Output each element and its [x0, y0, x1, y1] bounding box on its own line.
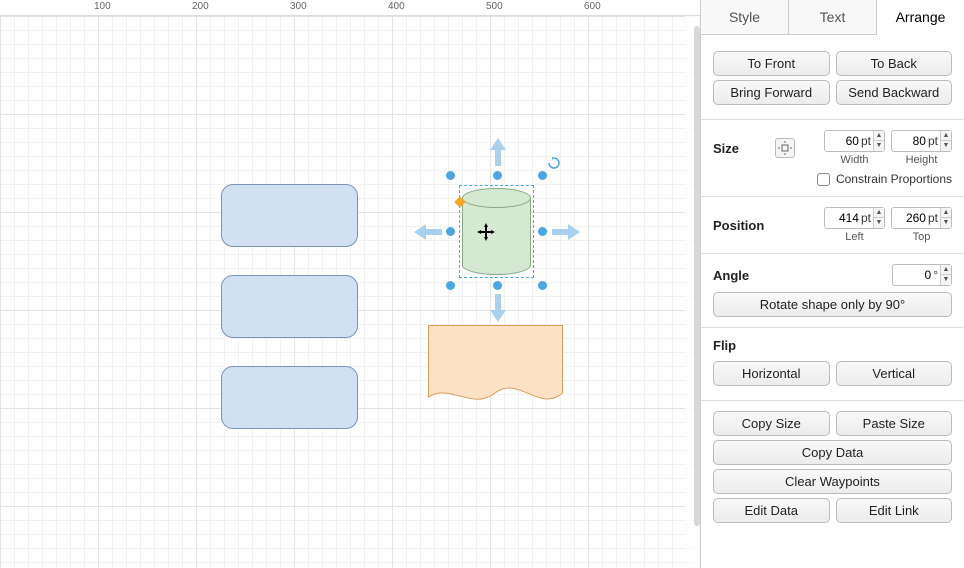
- rounded-rect-shape[interactable]: [221, 366, 358, 429]
- ruler-tick: 400: [388, 1, 405, 12]
- rotate-90-button[interactable]: Rotate shape only by 90°: [713, 292, 952, 317]
- resize-handle-ne[interactable]: [538, 171, 547, 180]
- resize-handle-sw[interactable]: [446, 281, 455, 290]
- resize-handle-n[interactable]: [493, 171, 502, 180]
- tab-text[interactable]: Text: [789, 0, 877, 34]
- ruler-tick: 600: [584, 1, 601, 12]
- ruler-tick: 200: [192, 1, 209, 12]
- bring-forward-button[interactable]: Bring Forward: [713, 80, 830, 105]
- width-sublabel: Width: [840, 154, 868, 166]
- rounded-rect-shape[interactable]: [221, 184, 358, 247]
- stepper-up[interactable]: ▲: [874, 208, 884, 218]
- rounded-rect-shape[interactable]: [221, 275, 358, 338]
- selection-outline: [459, 185, 534, 278]
- height-input[interactable]: pt ▲▼: [891, 130, 952, 152]
- tab-arrange[interactable]: Arrange: [877, 0, 964, 35]
- sidebar-tabs: Style Text Arrange: [701, 0, 964, 35]
- ruler-tick: 500: [486, 1, 503, 12]
- ruler-tick: 100: [94, 1, 111, 12]
- format-sidebar: Style Text Arrange To Front To Back Brin…: [700, 0, 964, 568]
- edit-data-button[interactable]: Edit Data: [713, 498, 830, 523]
- resize-handle-s[interactable]: [493, 281, 502, 290]
- ruler-tick: 300: [290, 1, 307, 12]
- left-input[interactable]: pt ▲▼: [824, 207, 885, 229]
- direction-arrow-down[interactable]: [488, 294, 508, 322]
- edit-link-button[interactable]: Edit Link: [836, 498, 953, 523]
- autosize-icon[interactable]: [775, 138, 795, 158]
- position-label: Position: [713, 218, 773, 233]
- resize-handle-e[interactable]: [538, 227, 547, 236]
- direction-arrow-up[interactable]: [488, 138, 508, 166]
- stepper-down[interactable]: ▼: [941, 275, 951, 285]
- resize-handle-nw[interactable]: [446, 171, 455, 180]
- flip-vertical-button[interactable]: Vertical: [836, 361, 953, 386]
- constrain-label: Constrain Proportions: [836, 172, 952, 186]
- left-sublabel: Left: [845, 231, 863, 243]
- constrain-checkbox[interactable]: [817, 173, 830, 186]
- resize-handle-w[interactable]: [446, 227, 455, 236]
- size-label: Size: [713, 141, 769, 156]
- stepper-down[interactable]: ▼: [874, 141, 884, 151]
- document-shape[interactable]: [428, 325, 563, 410]
- height-sublabel: Height: [906, 154, 938, 166]
- top-sublabel: Top: [913, 231, 931, 243]
- tab-style[interactable]: Style: [701, 0, 789, 34]
- paste-size-button[interactable]: Paste Size: [836, 411, 953, 436]
- stepper-up[interactable]: ▲: [941, 131, 951, 141]
- stepper-up[interactable]: ▲: [941, 265, 951, 275]
- stepper-down[interactable]: ▼: [941, 218, 951, 228]
- to-back-button[interactable]: To Back: [836, 51, 953, 76]
- top-input[interactable]: pt ▲▼: [891, 207, 952, 229]
- stepper-up[interactable]: ▲: [874, 131, 884, 141]
- stepper-down[interactable]: ▼: [941, 141, 951, 151]
- stepper-up[interactable]: ▲: [941, 208, 951, 218]
- clear-waypoints-button[interactable]: Clear Waypoints: [713, 469, 952, 494]
- ruler-horizontal: 100 200 300 400 500 600: [0, 0, 700, 16]
- direction-arrow-right[interactable]: [552, 222, 580, 242]
- stepper-down[interactable]: ▼: [874, 218, 884, 228]
- direction-arrow-left[interactable]: [414, 222, 442, 242]
- canvas-area[interactable]: 100 200 300 400 500 600: [0, 0, 700, 568]
- width-input[interactable]: pt ▲▼: [824, 130, 885, 152]
- angle-input[interactable]: ° ▲▼: [892, 264, 952, 286]
- copy-size-button[interactable]: Copy Size: [713, 411, 830, 436]
- send-backward-button[interactable]: Send Backward: [836, 80, 953, 105]
- resize-handle-se[interactable]: [538, 281, 547, 290]
- flip-label: Flip: [713, 338, 952, 353]
- rotate-handle[interactable]: [548, 156, 560, 168]
- flip-horizontal-button[interactable]: Horizontal: [713, 361, 830, 386]
- copy-data-button[interactable]: Copy Data: [713, 440, 952, 465]
- to-front-button[interactable]: To Front: [713, 51, 830, 76]
- angle-label: Angle: [713, 268, 769, 283]
